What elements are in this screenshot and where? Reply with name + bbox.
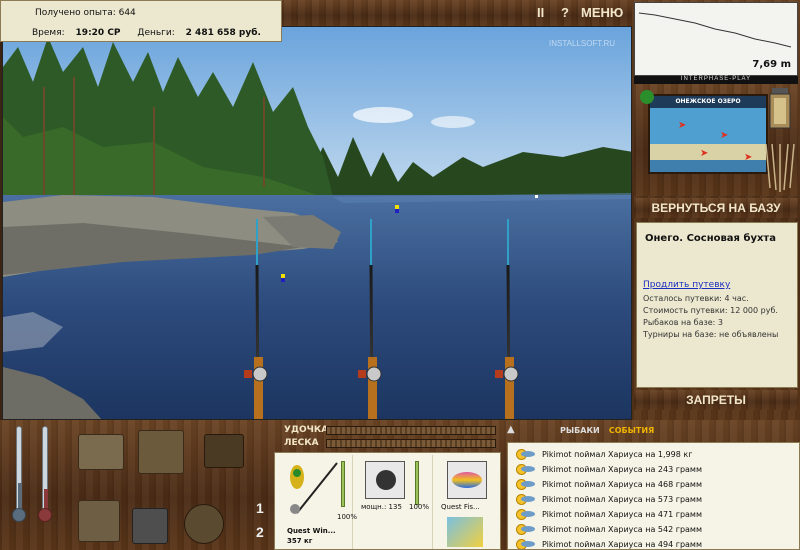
fish-catch-icon: [514, 463, 536, 476]
fish-catch-icon: [514, 448, 536, 461]
menu-button[interactable]: МЕНЮ: [581, 5, 623, 20]
fishing-scene[interactable]: INSTALLSOFT.RU: [2, 26, 632, 420]
book-icon[interactable]: [204, 434, 244, 468]
reel-percent: 100%: [409, 503, 430, 511]
list-item: Pikimot поймал Хариуса на 494 грамм: [514, 537, 799, 549]
reel-icon: [365, 461, 405, 499]
map-marker-icon: ➤: [720, 130, 729, 141]
brand-strip: INTERPHASE-PLAY: [634, 76, 798, 84]
tournaments: Турниры на базе: не объявлены: [643, 330, 779, 339]
tackle-box-icon[interactable]: [78, 434, 124, 470]
rod-slot-1[interactable]: 1: [256, 500, 264, 516]
event-text: Pikimot поймал Хариуса на 471 грамм: [542, 510, 702, 519]
fish-catch-icon: [514, 478, 536, 491]
money-label: Деньги:: [137, 28, 175, 38]
player-info-panel: Получено опыта: 644 Время: 19:20 СР День…: [0, 0, 282, 42]
time-label: Время:: [32, 28, 65, 38]
rod-tension-meter: [326, 426, 496, 435]
event-text: Pikimot поймал Хариуса на 573 грамм: [542, 495, 702, 504]
list-item: Pikimot поймал Хариуса на 471 грамм: [514, 507, 799, 522]
extend-permit-link[interactable]: Продлить путевку: [643, 280, 791, 290]
tab-events[interactable]: СОБЫТИЯ: [609, 426, 654, 435]
bucket-icon[interactable]: [184, 504, 224, 544]
reel-health-bar: [415, 461, 419, 505]
map-marker-icon: ➤: [700, 148, 709, 159]
fish-catch-icon: [514, 523, 536, 536]
rod-weight: 357 кг: [287, 537, 313, 545]
bottom-panel: 1 2 УДОЧКА ЛЕСКА ▲ 100% Quest Win... 357…: [0, 420, 800, 550]
tab-fishers[interactable]: РЫБАКИ: [560, 426, 600, 435]
rod-percent: 100%: [337, 513, 358, 521]
rod-lure-icon: [290, 462, 338, 514]
camera-icon[interactable]: [132, 508, 168, 544]
thermometer-air: [12, 426, 26, 526]
rod-2[interactable]: [358, 219, 382, 420]
help-button[interactable]: ?: [561, 5, 569, 20]
rod-1[interactable]: [244, 219, 268, 420]
pause-button[interactable]: II: [537, 5, 544, 20]
fish-catch-icon: [514, 538, 536, 549]
log-tabs: РЫБАКИ СОБЫТИЯ: [560, 425, 654, 436]
list-item: Pikimot поймал Хариуса на 468 грамм: [514, 477, 799, 492]
map-area: ОНЕЖСКОЕ ОЗЕРО ➤ ➤ ➤ ➤: [634, 84, 798, 196]
event-text: Pikimot поймал Хариуса на 542 грамм: [542, 525, 702, 534]
location-title: Онего. Сосновая бухта: [645, 233, 776, 244]
return-to-base-button[interactable]: ВЕРНУТЬСЯ НА БАЗУ: [634, 198, 798, 218]
watermark-text: INSTALLSOFT.RU: [549, 39, 616, 48]
list-item: Pikimot поймал Хариуса на 243 грамм: [514, 462, 799, 477]
time-value: 19:20 СР: [75, 28, 121, 38]
bans-button[interactable]: ЗАПРЕТЫ: [634, 390, 798, 410]
event-text: Pikimot поймал Хариуса на 468 грамм: [542, 480, 702, 489]
backpack-icon[interactable]: [138, 430, 184, 474]
event-text: Pikimot поймал Хариуса на 243 грамм: [542, 465, 702, 474]
rod-name: Quest Win...: [287, 527, 336, 535]
line-tension-meter: [326, 439, 496, 448]
rod-slot-2[interactable]: 2: [256, 524, 264, 540]
map-marker-icon: ➤: [744, 152, 753, 163]
location-info-panel: Онего. Сосновая бухта Продлить путевку О…: [636, 222, 798, 388]
map-marker-icon: ➤: [678, 120, 687, 131]
thermometer-water: [38, 426, 52, 526]
map-title: ОНЕЖСКОЕ ОЗЕРО: [675, 98, 741, 105]
event-text: Pikimot поймал Хариуса на 494 грамм: [542, 540, 702, 549]
lantern-icon: [765, 88, 795, 192]
time-money-row: Время: 19:20 СР Деньги: 2 481 658 руб.: [32, 28, 261, 38]
reel-cell[interactable]: мощн.: 135 100%: [357, 455, 433, 549]
event-text: Pikimot поймал Хариуса на 1,998 кг: [542, 450, 693, 459]
rods-layer: [244, 219, 519, 420]
money-value: 2 481 658 руб.: [185, 28, 261, 38]
rod-3[interactable]: [495, 219, 519, 420]
top-bar: II ? МЕНЮ: [282, 0, 632, 26]
line-name: Quest Fis...: [441, 503, 480, 511]
inventory-area: [68, 424, 248, 550]
list-item: Pikimot поймал Хариуса на 542 грамм: [514, 522, 799, 537]
reel-power: мощн.: 135: [361, 503, 402, 511]
experience-text: Получено опыта: 644: [35, 8, 136, 18]
lure-icon: [447, 517, 483, 547]
fishers-on-base: Рыбаков на базе: 3: [643, 318, 723, 327]
lake-map[interactable]: ОНЕЖСКОЕ ОЗЕРО ➤ ➤ ➤ ➤: [648, 94, 768, 174]
depth-value: 7,69 m: [752, 59, 791, 70]
line-meter-label: ЛЕСКА: [284, 438, 319, 448]
line-cell[interactable]: Quest Fis...: [437, 455, 499, 549]
arrow-up-icon: ▲: [507, 424, 515, 435]
green-ball-icon: [640, 90, 654, 104]
rod-meter-label: УДОЧКА: [284, 425, 329, 435]
permit-remaining: Осталось путевки: 4 час.: [643, 294, 749, 303]
depth-sonar: 7,69 m: [634, 2, 798, 76]
rod-cell[interactable]: 100% Quest Win... 357 кг: [277, 455, 357, 549]
fish-net-icon[interactable]: [78, 500, 120, 542]
tackle-panel: 100% Quest Win... 357 кг мощн.: 135 100%…: [274, 452, 501, 550]
fish-catch-icon: [514, 508, 536, 521]
permit-cost: Стоимость путевки: 12 000 руб.: [643, 306, 778, 315]
list-item: Pikimot поймал Хариуса на 1,998 кг: [514, 447, 799, 462]
line-spool-icon: [447, 461, 487, 499]
fish-catch-icon: [514, 493, 536, 506]
events-list[interactable]: Pikimot поймал Хариуса на 1,998 кг Pikim…: [507, 442, 800, 550]
list-item: Pikimot поймал Хариуса на 573 грамм: [514, 492, 799, 507]
rod-health-bar: [341, 461, 345, 507]
